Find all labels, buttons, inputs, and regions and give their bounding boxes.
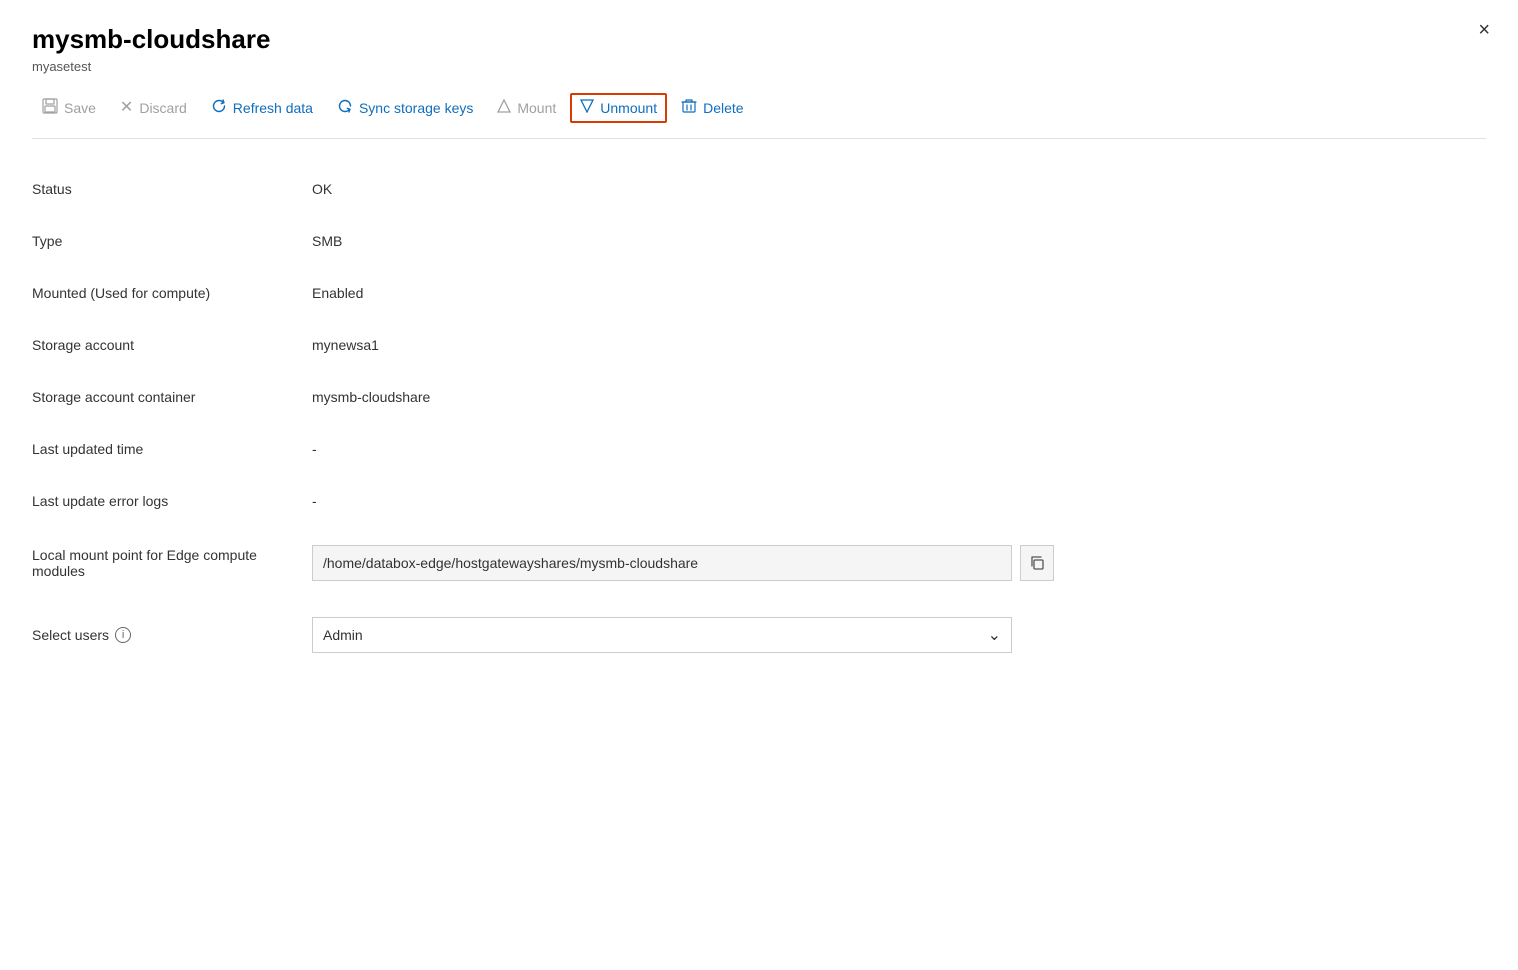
- select-users-current: Admin: [323, 627, 363, 643]
- save-button[interactable]: Save: [32, 92, 106, 124]
- local-mount-label: Local mount point for Edge compute modul…: [32, 529, 312, 597]
- select-users-value: Admin ⌄: [312, 599, 1486, 671]
- delete-button[interactable]: Delete: [671, 92, 753, 124]
- panel-title: mysmb-cloudshare: [32, 24, 1486, 55]
- panel: × mysmb-cloudshare myasetest Save ✕ Disc…: [0, 0, 1518, 970]
- field-value-4: mysmb-cloudshare: [312, 371, 1486, 423]
- unmount-icon: [580, 99, 594, 117]
- refresh-button[interactable]: Refresh data: [201, 92, 323, 124]
- field-label-1: Type: [32, 215, 312, 267]
- copy-icon: [1029, 555, 1045, 571]
- field-value-6: -: [312, 475, 1486, 527]
- save-icon: [42, 98, 58, 118]
- sync-label: Sync storage keys: [359, 100, 473, 116]
- field-label-4: Storage account container: [32, 371, 312, 423]
- field-value-3: mynewsa1: [312, 319, 1486, 371]
- select-users-dropdown[interactable]: Admin ⌄: [312, 617, 1012, 653]
- chevron-down-icon: ⌄: [988, 625, 1001, 645]
- local-mount-row: Local mount point for Edge compute modul…: [32, 527, 1486, 599]
- discard-button[interactable]: ✕ Discard: [110, 94, 197, 122]
- field-value-5: -: [312, 423, 1486, 475]
- field-value-2: Enabled: [312, 267, 1486, 319]
- copy-button[interactable]: [1020, 545, 1054, 581]
- select-users-row: Select users i Admin ⌄: [32, 599, 1486, 671]
- save-label: Save: [64, 100, 96, 116]
- field-label-2: Mounted (Used for compute): [32, 267, 312, 319]
- delete-icon: [681, 98, 697, 118]
- discard-label: Discard: [139, 100, 186, 116]
- local-mount-input: /home/databox-edge/hostgatewayshares/mys…: [312, 545, 1012, 581]
- field-value-1: SMB: [312, 215, 1486, 267]
- unmount-button[interactable]: Unmount: [570, 93, 667, 123]
- toolbar: Save ✕ Discard Refresh data Sync st: [32, 92, 1486, 139]
- sync-icon: [337, 98, 353, 118]
- field-label-0: Status: [32, 163, 312, 215]
- mount-button[interactable]: Mount: [487, 93, 566, 123]
- field-label-3: Storage account: [32, 319, 312, 371]
- unmount-label: Unmount: [600, 100, 657, 116]
- discard-icon: ✕: [120, 100, 133, 116]
- refresh-icon: [211, 98, 227, 118]
- mount-icon: [497, 99, 511, 117]
- info-icon: i: [115, 627, 131, 643]
- panel-subtitle: myasetest: [32, 59, 1486, 74]
- field-label-5: Last updated time: [32, 423, 312, 475]
- sync-button[interactable]: Sync storage keys: [327, 92, 483, 124]
- local-mount-value-area: /home/databox-edge/hostgatewayshares/mys…: [312, 527, 1486, 599]
- delete-label: Delete: [703, 100, 743, 116]
- field-value-0: OK: [312, 163, 1486, 215]
- refresh-label: Refresh data: [233, 100, 313, 116]
- field-label-6: Last update error logs: [32, 475, 312, 527]
- close-button[interactable]: ×: [1478, 20, 1490, 40]
- mount-label: Mount: [517, 100, 556, 116]
- content-area: StatusOKTypeSMBMounted (Used for compute…: [32, 163, 1486, 527]
- select-users-label: Select users i: [32, 609, 312, 661]
